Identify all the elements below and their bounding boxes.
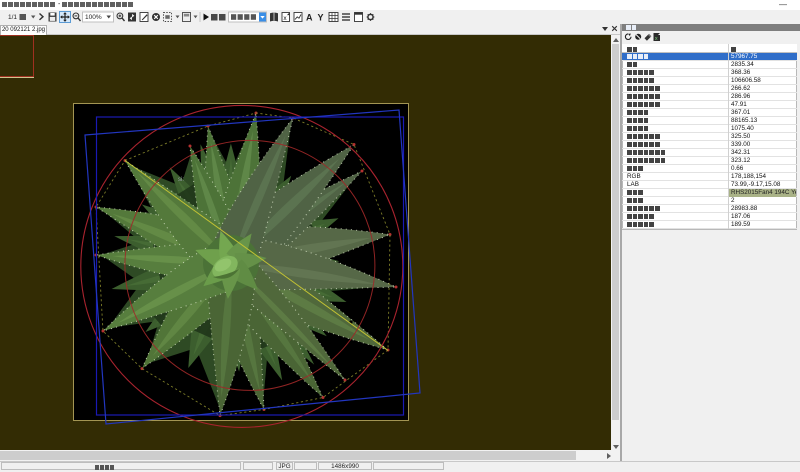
svg-text:A: A — [306, 13, 313, 23]
svg-text:x: x — [655, 36, 658, 42]
svg-text:Y: Y — [318, 13, 324, 23]
svg-text:si:: si: — [178, 177, 184, 183]
